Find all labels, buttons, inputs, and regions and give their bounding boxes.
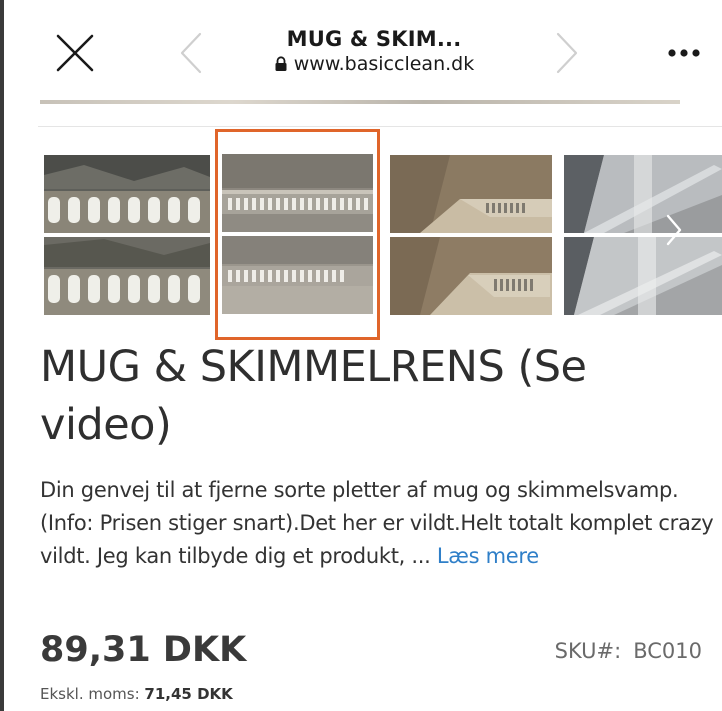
thumbnail-1-image xyxy=(44,155,210,315)
chevron-right-icon xyxy=(666,214,682,246)
product-title: MUG & SKIMMELRENS (Se video) xyxy=(40,342,587,450)
header-divider xyxy=(38,126,722,127)
product-description-text: Din genvej til at fjerne sorte pletter a… xyxy=(40,478,714,568)
thumbnail-1[interactable] xyxy=(44,155,210,315)
browser-url-text: www.basicclean.dk xyxy=(293,53,475,75)
gallery-next-button[interactable] xyxy=(662,210,686,250)
page-left-border xyxy=(0,0,4,711)
close-icon xyxy=(56,34,94,72)
price-excl-vat: Ekskl. moms: 71,45 DKK xyxy=(40,683,233,705)
product-description: Din genvej til at fjerne sorte pletter a… xyxy=(40,474,720,573)
excl-vat-value: 71,45 DKK xyxy=(144,685,233,703)
thumbnail-2-selected[interactable] xyxy=(215,129,380,340)
previous-image-edge xyxy=(40,100,680,104)
browser-page-title: MUG & SKIM... xyxy=(286,27,462,51)
sku-label: SKU#: xyxy=(554,639,622,663)
product-sku: SKU#: BC010 xyxy=(555,636,702,666)
read-more-link[interactable]: Læs mere xyxy=(437,544,539,568)
product-price: 89,31 DKK xyxy=(40,630,247,670)
more-horizontal-icon xyxy=(668,49,700,57)
chevron-left-icon xyxy=(180,32,202,74)
close-button[interactable] xyxy=(52,30,98,76)
more-options-button[interactable] xyxy=(664,38,704,68)
forward-button[interactable] xyxy=(552,30,582,76)
sku-value: BC010 xyxy=(633,639,702,663)
browser-title-area[interactable]: MUG & SKIM... www.basicclean.dk xyxy=(204,26,544,76)
thumbnail-3-image xyxy=(390,155,552,315)
thumbnail-4[interactable] xyxy=(564,155,722,315)
thumbnail-3[interactable] xyxy=(390,155,552,315)
thumbnail-4-image xyxy=(564,155,722,315)
lock-icon xyxy=(275,56,287,71)
thumbnail-2-image xyxy=(222,154,373,314)
excl-vat-label: Ekskl. moms: xyxy=(40,685,145,703)
back-button[interactable] xyxy=(176,30,206,76)
browser-url: www.basicclean.dk xyxy=(274,52,474,76)
chevron-right-icon xyxy=(556,32,578,74)
browser-nav-bar: MUG & SKIM... www.basicclean.dk xyxy=(4,0,722,100)
